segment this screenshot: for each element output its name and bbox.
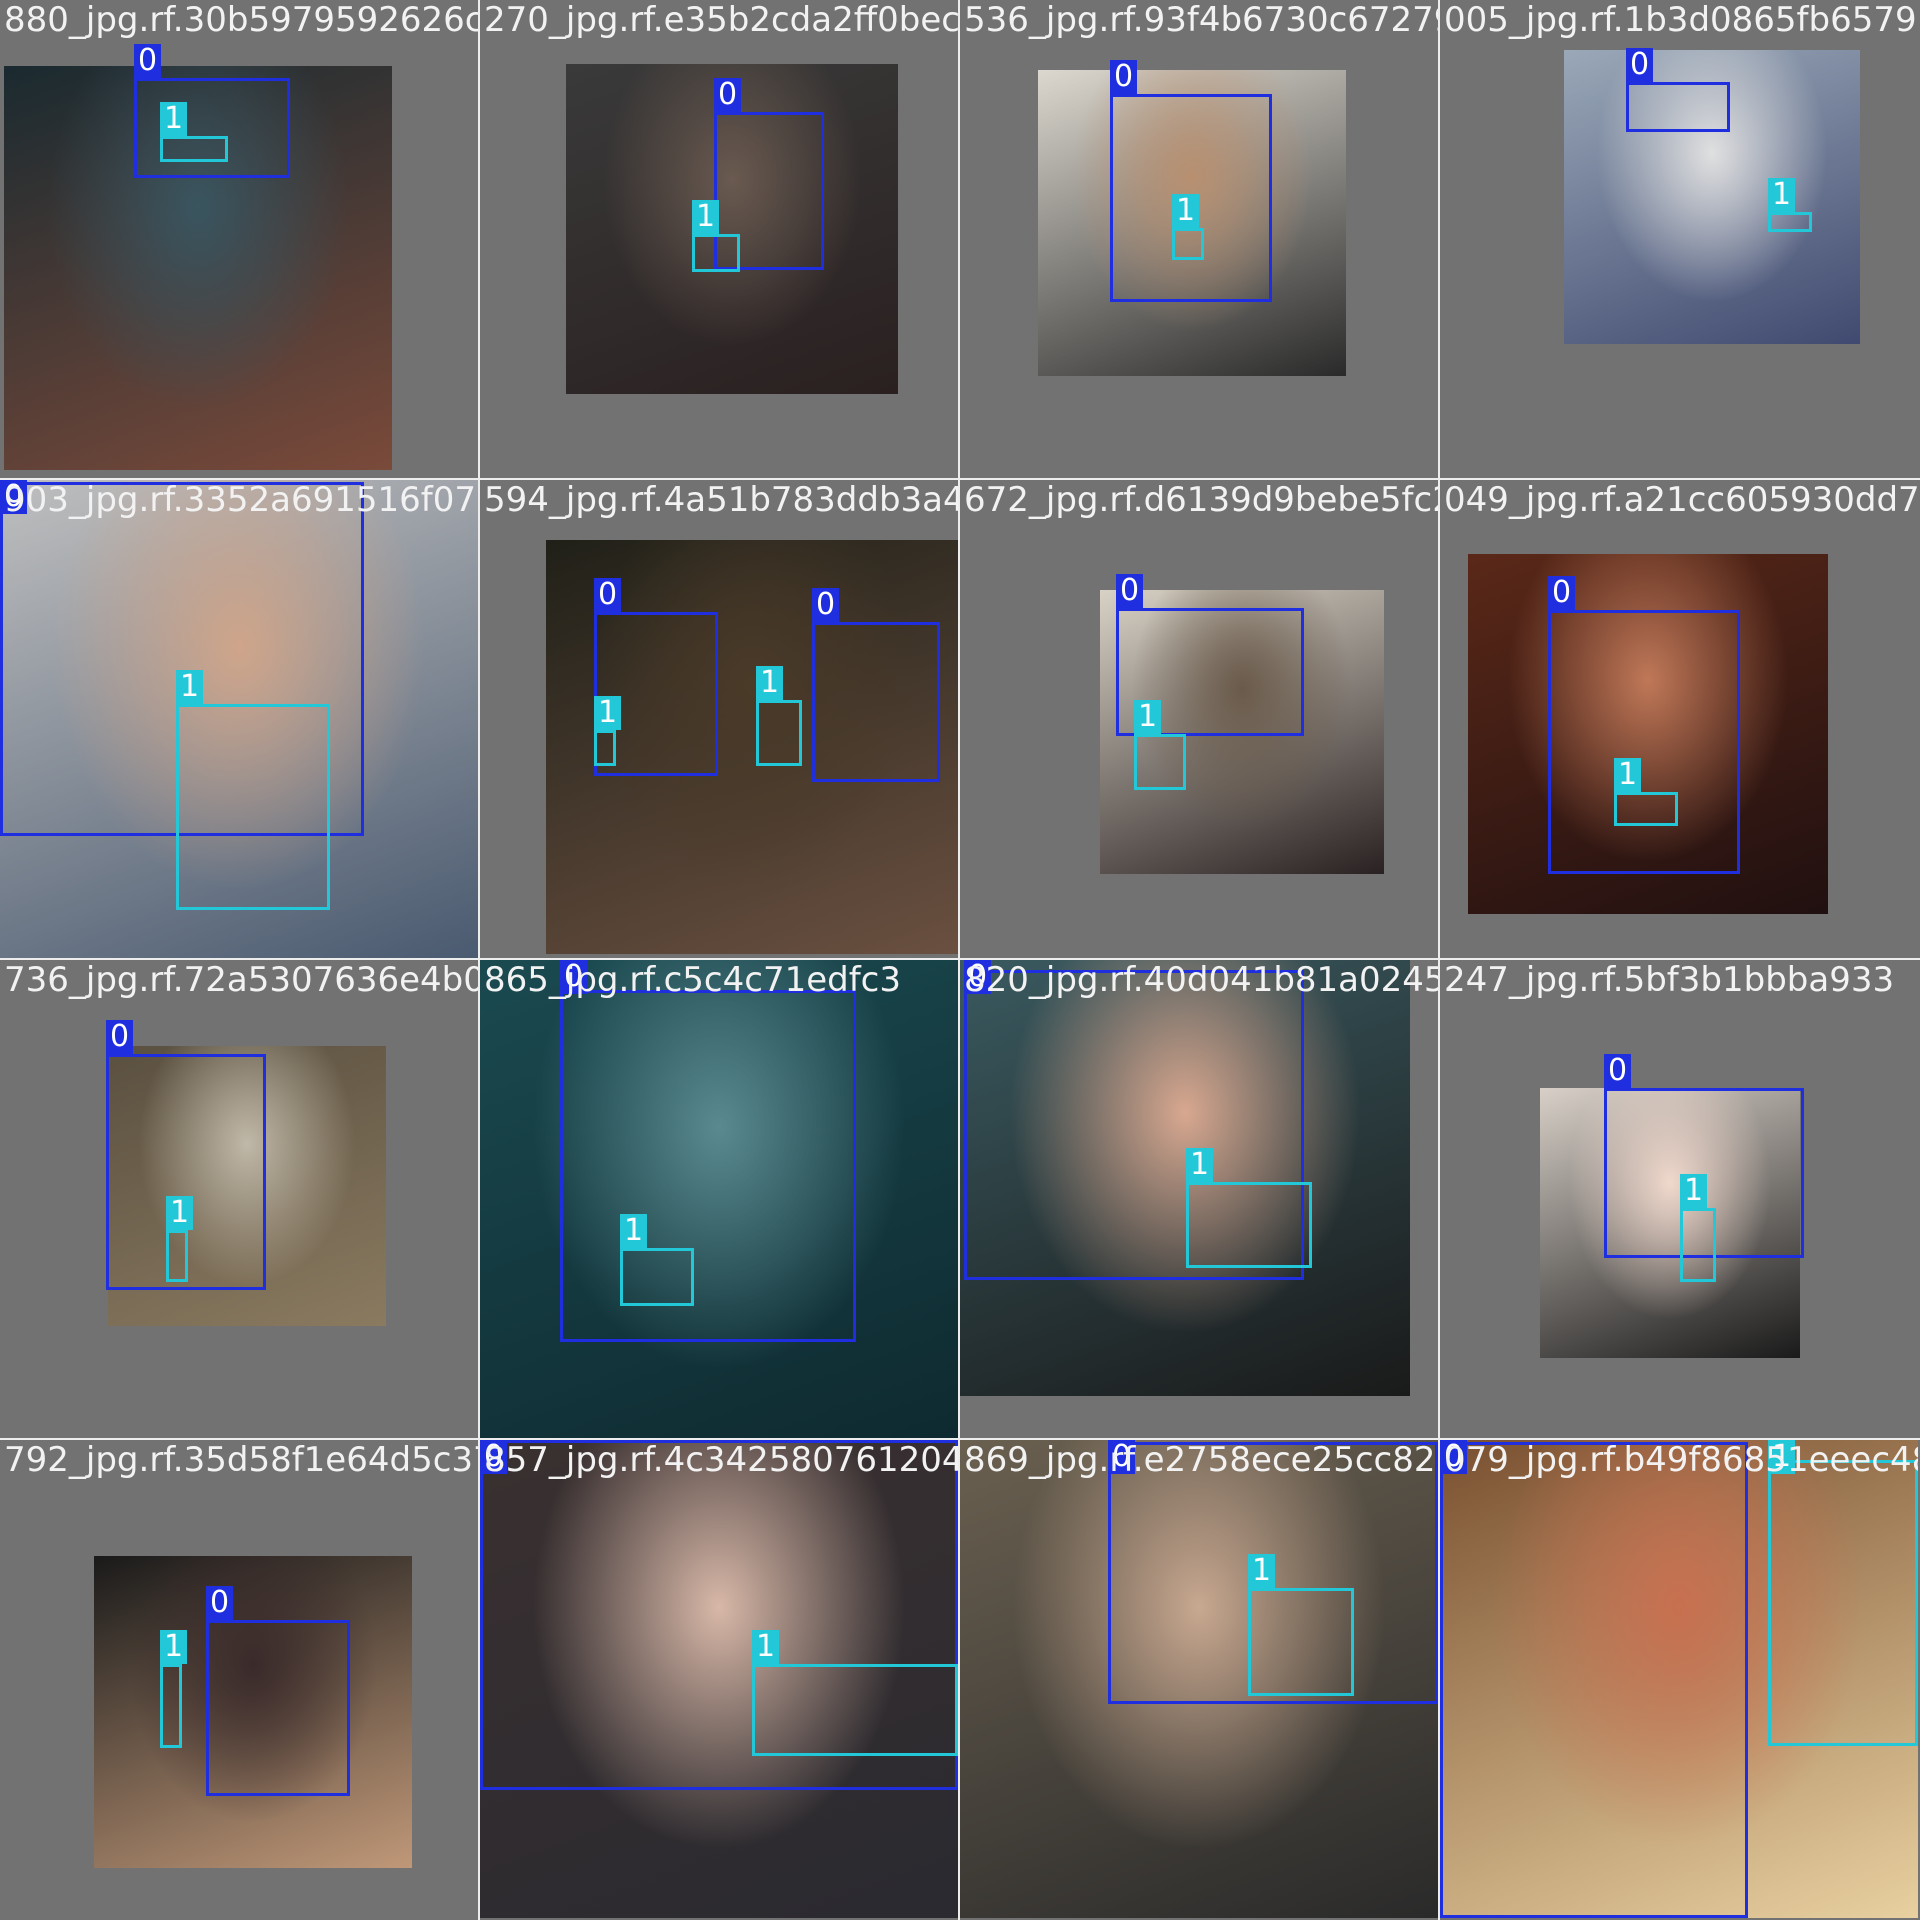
- detection-label-class-1: 1: [1614, 758, 1642, 792]
- grid-separator-vertical: [1438, 0, 1440, 1920]
- detection-label-class-1: 1: [752, 1630, 780, 1664]
- detection-label-class-0: 0: [1604, 1054, 1632, 1088]
- tile-filename: 792_jpg.rf.35d58f1e64d5c37: [4, 1440, 478, 1480]
- detection-box-class-1[interactable]: [1172, 228, 1204, 260]
- detection-box-class-0[interactable]: [812, 622, 940, 782]
- detection-box-class-1[interactable]: [160, 1664, 182, 1748]
- tile-14[interactable]: 857_jpg.rf.4c34258076120488 0 1: [480, 1440, 958, 1918]
- tile-15[interactable]: 869_jpg.rf.e2758ece25cc82 0 1: [960, 1440, 1438, 1918]
- tile-filename: 865_jpg.rf.c5c4c71edfc3: [484, 960, 901, 1000]
- detection-label-class-1: 1: [1768, 178, 1796, 212]
- grid-separator-vertical: [958, 0, 960, 1920]
- detection-label-class-0: 0: [134, 44, 162, 78]
- detection-label-class-1: 1: [1134, 700, 1162, 734]
- detection-box-class-0[interactable]: [560, 990, 856, 1342]
- detection-box-class-1[interactable]: [176, 704, 330, 910]
- tile-filename: 880_jpg.rf.30b5979592626c3: [4, 0, 478, 40]
- detection-label-class-0: 0: [1116, 574, 1144, 608]
- detection-box-class-1[interactable]: [756, 700, 802, 766]
- tile-8[interactable]: 049_jpg.rf.a21cc605930dd7b1 0 1: [1440, 480, 1918, 958]
- tile-filename: 049_jpg.rf.a21cc605930dd7b1: [1444, 480, 1918, 520]
- detection-box-class-0[interactable]: [1626, 82, 1730, 132]
- detection-box-class-0[interactable]: [134, 78, 290, 178]
- tile-filename: 736_jpg.rf.72a5307636e4b09: [4, 960, 478, 1000]
- tile-13[interactable]: 792_jpg.rf.35d58f1e64d5c37 0 1: [0, 1440, 478, 1918]
- detection-box-class-1[interactable]: [160, 136, 228, 162]
- grid-separator-vertical: [478, 0, 480, 1920]
- tile-7[interactable]: 672_jpg.rf.d6139d9bebe5fc2 0 1: [960, 480, 1438, 958]
- tile-filename: 079_jpg.rf.b49f86851eeec480: [1444, 1440, 1918, 1480]
- detection-box-class-0[interactable]: [206, 1620, 350, 1796]
- tile-filename: 594_jpg.rf.4a51b783ddb3a46: [484, 480, 958, 520]
- detection-label-class-1: 1: [692, 200, 720, 234]
- detection-box-class-0[interactable]: [1548, 610, 1740, 874]
- detection-box-class-1[interactable]: [594, 730, 616, 766]
- detection-label-class-1: 1: [1680, 1174, 1708, 1208]
- tile-11[interactable]: 820_jpg.rf.40d041b81a0245 0 1: [960, 960, 1438, 1438]
- grid-separator-horizontal: [0, 478, 1920, 480]
- detection-label-class-1: 1: [1186, 1148, 1214, 1182]
- detection-box-class-1[interactable]: [1186, 1182, 1312, 1268]
- detection-box-class-1[interactable]: [1680, 1208, 1716, 1282]
- grid-separator-horizontal: [0, 958, 1920, 960]
- tile-filename: 005_jpg.rf.1b3d0865fb65798: [1444, 0, 1918, 40]
- tile-filename: 820_jpg.rf.40d041b81a0245: [964, 960, 1438, 1000]
- detection-label-class-1: 1: [620, 1214, 648, 1248]
- detection-label-class-1: 1: [594, 696, 622, 730]
- tile-filename: 247_jpg.rf.5bf3b1bbba933: [1444, 960, 1895, 1000]
- tile-10[interactable]: 865_jpg.rf.c5c4c71edfc3 0 1: [480, 960, 958, 1438]
- tile-12[interactable]: 247_jpg.rf.5bf3b1bbba933 0 1: [1440, 960, 1918, 1438]
- detection-box-class-1[interactable]: [1768, 1460, 1918, 1746]
- tile-2[interactable]: 270_jpg.rf.e35b2cda2ff0bec07a5 0 1: [480, 0, 958, 478]
- tile-filename: 869_jpg.rf.e2758ece25cc82: [964, 1440, 1436, 1480]
- tile-16[interactable]: 079_jpg.rf.b49f86851eeec480 0 1: [1440, 1440, 1918, 1918]
- detection-box-class-1[interactable]: [1134, 734, 1186, 790]
- detection-box-class-1[interactable]: [1614, 792, 1678, 826]
- grid-separator-horizontal: [0, 1438, 1920, 1440]
- detection-label-class-0: 0: [1110, 60, 1138, 94]
- tile-3[interactable]: 536_jpg.rf.93f4b6730c67279 0 1: [960, 0, 1438, 478]
- detection-box-class-1[interactable]: [1248, 1588, 1354, 1696]
- mosaic-grid: 880_jpg.rf.30b5979592626c3 0 1 270_jpg.rf.e…: [0, 0, 1920, 1920]
- detection-box-class-1[interactable]: [752, 1664, 958, 1756]
- tile-4[interactable]: 005_jpg.rf.1b3d0865fb65798 0 1: [1440, 0, 1918, 478]
- detection-label-class-1: 1: [176, 670, 204, 704]
- tile-1[interactable]: 880_jpg.rf.30b5979592626c3 0 1: [0, 0, 478, 478]
- detection-box-class-1[interactable]: [692, 234, 740, 272]
- detection-box-class-1[interactable]: [166, 1230, 188, 1282]
- tile-5[interactable]: 903_jpg.rf.3352a691516f079 0 1: [0, 480, 478, 958]
- tile-6[interactable]: 594_jpg.rf.4a51b783ddb3a46 0 0 1 1: [480, 480, 958, 958]
- detection-label-class-1: 1: [160, 102, 188, 136]
- tile-filename: 536_jpg.rf.93f4b6730c67279: [964, 0, 1438, 40]
- detection-box-class-1[interactable]: [620, 1248, 694, 1306]
- detection-label-class-1: 1: [160, 1630, 188, 1664]
- tile-filename: 903_jpg.rf.3352a691516f079: [4, 480, 478, 520]
- detection-label-class-1: 1: [166, 1196, 194, 1230]
- tile-filename: 672_jpg.rf.d6139d9bebe5fc2: [964, 480, 1438, 520]
- detection-box-class-0[interactable]: [1440, 1442, 1748, 1918]
- tile-filename: 270_jpg.rf.e35b2cda2ff0bec07a5: [484, 0, 958, 40]
- detection-label-class-0: 0: [1626, 48, 1654, 82]
- detection-box-class-1[interactable]: [1768, 212, 1812, 232]
- detection-label-class-0: 0: [594, 578, 622, 612]
- detection-label-class-0: 0: [812, 588, 840, 622]
- tile-9[interactable]: 736_jpg.rf.72a5307636e4b09 0 1: [0, 960, 478, 1438]
- detection-label-class-0: 0: [714, 78, 742, 112]
- detection-label-class-0: 0: [206, 1586, 234, 1620]
- detection-label-class-1: 1: [1248, 1554, 1276, 1588]
- detection-label-class-1: 1: [1172, 194, 1200, 228]
- detection-label-class-0: 0: [1548, 576, 1576, 610]
- detection-label-class-0: 0: [106, 1020, 134, 1054]
- tile-filename: 857_jpg.rf.4c34258076120488: [484, 1440, 958, 1480]
- detection-label-class-1: 1: [756, 666, 784, 700]
